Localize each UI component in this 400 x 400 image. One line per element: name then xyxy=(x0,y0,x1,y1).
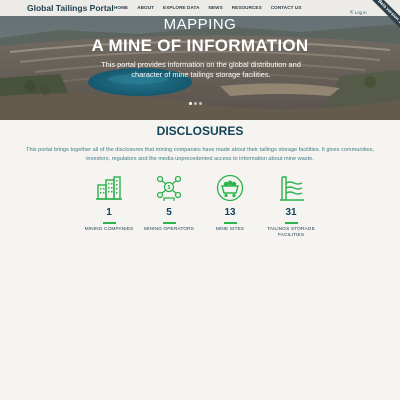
brand-logo[interactable]: Global Tailings Portal xyxy=(27,3,114,13)
page: Global Tailings Portal HOME ABOUT EXPLOR… xyxy=(0,0,400,400)
section-description: This portal brings together all of the d… xyxy=(26,147,374,162)
login-icon: ⇱ xyxy=(350,10,354,15)
stat-value: 1 xyxy=(106,207,112,218)
stat-value: 13 xyxy=(224,207,236,218)
hero-subtitle: This portal provides information on the … xyxy=(101,60,301,79)
stat-divider xyxy=(102,222,116,224)
stat-mining-companies[interactable]: 1 MINING COMPANIES xyxy=(79,174,139,233)
stat-divider xyxy=(284,222,298,224)
svg-text:$: $ xyxy=(168,185,171,191)
hero-banner: MAPPING A MINE OF INFORMATION This porta… xyxy=(0,16,400,120)
carousel-indicators xyxy=(189,102,204,105)
stat-label: MINE SITES xyxy=(215,227,245,232)
section-title: DISCLOSURES xyxy=(156,124,244,138)
mine-cart-icon xyxy=(216,174,244,202)
nav-explore-data[interactable]: EXPLORE DATA xyxy=(163,5,200,10)
nav-resources[interactable]: RESOURCES xyxy=(232,5,262,10)
nav-news[interactable]: NEWS xyxy=(209,5,223,10)
nav-contact-us[interactable]: CONTACT US xyxy=(271,5,302,10)
stat-divider xyxy=(223,222,237,224)
main-nav: HOME ABOUT EXPLORE DATA NEWS RESOURCES C… xyxy=(114,5,311,10)
stat-tailings-storage-facilities[interactable]: 31 TAILINGS STORAGE FACILITIES xyxy=(261,174,321,240)
stat-label: TAILINGS STORAGE FACILITIES xyxy=(267,227,315,239)
hero-title: A MINE OF INFORMATION xyxy=(91,36,309,55)
nav-home[interactable]: HOME xyxy=(114,5,128,10)
nav-about[interactable]: ABOUT xyxy=(137,5,154,10)
login-link[interactable]: ⇱ Log in xyxy=(350,10,367,16)
stat-mining-operators[interactable]: $ 5 MINING OPERATORS xyxy=(139,174,199,233)
stat-value: 5 xyxy=(166,207,172,218)
top-navigation-bar: Global Tailings Portal HOME ABOUT EXPLOR… xyxy=(0,0,400,16)
carousel-dot-2[interactable] xyxy=(194,102,197,105)
carousel-dot-1[interactable] xyxy=(189,102,192,105)
stat-mine-sites[interactable]: 13 MINE SITES xyxy=(200,174,260,233)
hero-kicker: MAPPING xyxy=(163,16,237,33)
login-label: Log in xyxy=(354,10,367,15)
stat-label: MINING COMPANIES xyxy=(84,227,134,232)
stat-label: MINING OPERATORS xyxy=(144,227,194,232)
tailings-dam-icon xyxy=(280,176,304,201)
stat-value: 31 xyxy=(285,207,297,218)
operators-network-icon: $ xyxy=(156,175,182,201)
stat-divider xyxy=(162,222,176,224)
carousel-dot-3[interactable] xyxy=(199,102,202,105)
buildings-icon xyxy=(96,176,122,200)
